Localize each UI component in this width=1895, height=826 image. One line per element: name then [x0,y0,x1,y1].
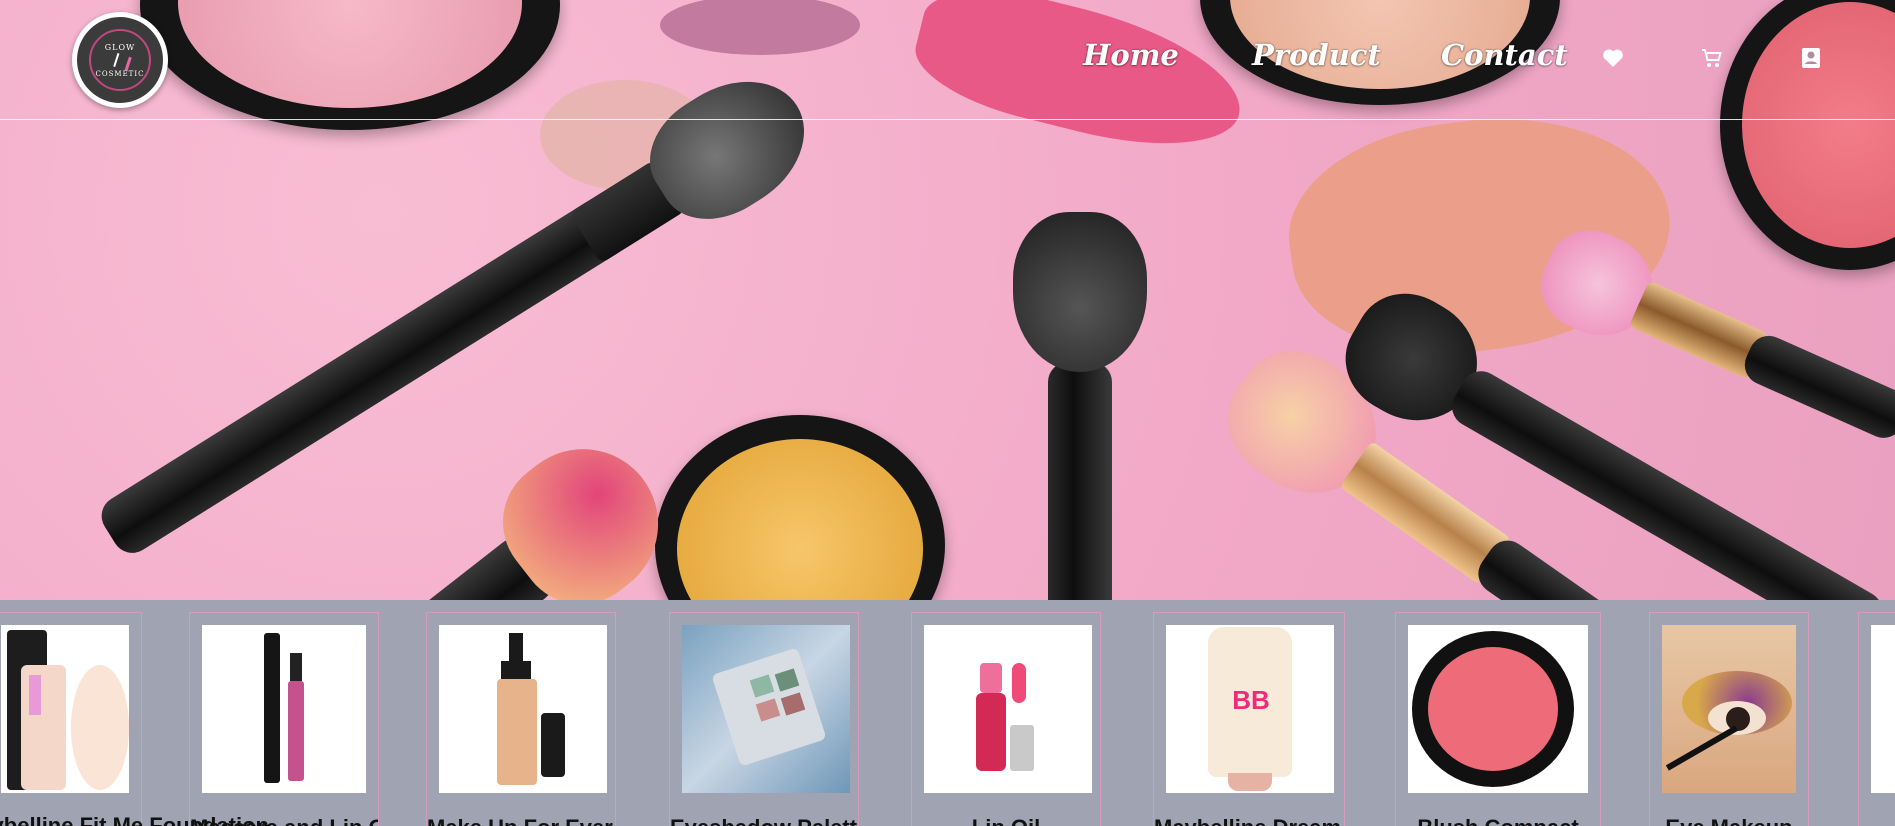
brush-pink-bottom [368,418,689,600]
swatch-pink-smear [905,0,1255,169]
product-image-foundation-tube [1,625,129,793]
product-image-mascara-lipgloss [202,625,366,793]
product-image-lip-oil [924,625,1092,793]
product-card[interactable]: Eye Makeup [1649,612,1809,826]
product-card[interactable]: Lip Oil [911,612,1101,826]
product-image-eye-makeup [1662,625,1796,793]
user-icon[interactable] [1799,46,1823,70]
product-name: Eyeshadow Palette [670,815,858,826]
product-card[interactable]: Mascara and Lip Gloss [189,612,379,826]
swatch-peach-heart [1275,94,1685,376]
product-card-partial[interactable] [1858,612,1895,826]
product-card[interactable]: Make Up For Ever Foundation [426,612,616,826]
compact-gold [655,415,945,600]
nav-contact-link[interactable]: Contact [1441,38,1568,72]
product-name: Lip Oil [912,815,1100,826]
product-image-partial [1871,625,1895,793]
product-card[interactable]: Maybelline Fit Me Foundation [0,612,269,826]
brush-pink-right [1527,216,1895,445]
product-name: Maybelline Dream BB Fresh [1154,815,1344,826]
product-carousel: Maybelline Fit Me Foundation Mascara and… [0,600,1895,826]
nav-home-link[interactable]: Home [1083,38,1179,72]
product-card[interactable]: BB Maybelline Dream BB Fresh [1153,612,1345,826]
product-image-bb-cream: BB [1166,625,1334,793]
product-name: Mascara and Lip Gloss [190,815,378,826]
product-card[interactable]: Eyeshadow Palette [669,612,859,826]
product-card[interactable]: Blush Compact [1395,612,1601,826]
main-nav: Home Product Contact [0,38,1895,82]
product-image-blush-compact [1408,625,1588,793]
brush-vertical-center [1013,212,1147,600]
product-name: Eye Makeup [1650,815,1808,826]
product-name: Blush Compact [1396,815,1600,826]
nav-product-link[interactable]: Product [1252,38,1381,72]
heart-icon[interactable] [1601,46,1625,70]
hero-banner: GLOW COSMETIC Home Product Contact [0,0,1895,600]
product-name: Make Up For Ever Foundation [427,815,615,826]
nav-divider [0,119,1895,120]
cart-icon[interactable] [1700,46,1724,70]
product-image-foundation-bottle [439,625,607,793]
product-name: Maybelline Fit Me Foundation [0,813,269,826]
product-image-eyeshadow-palette [682,625,850,793]
